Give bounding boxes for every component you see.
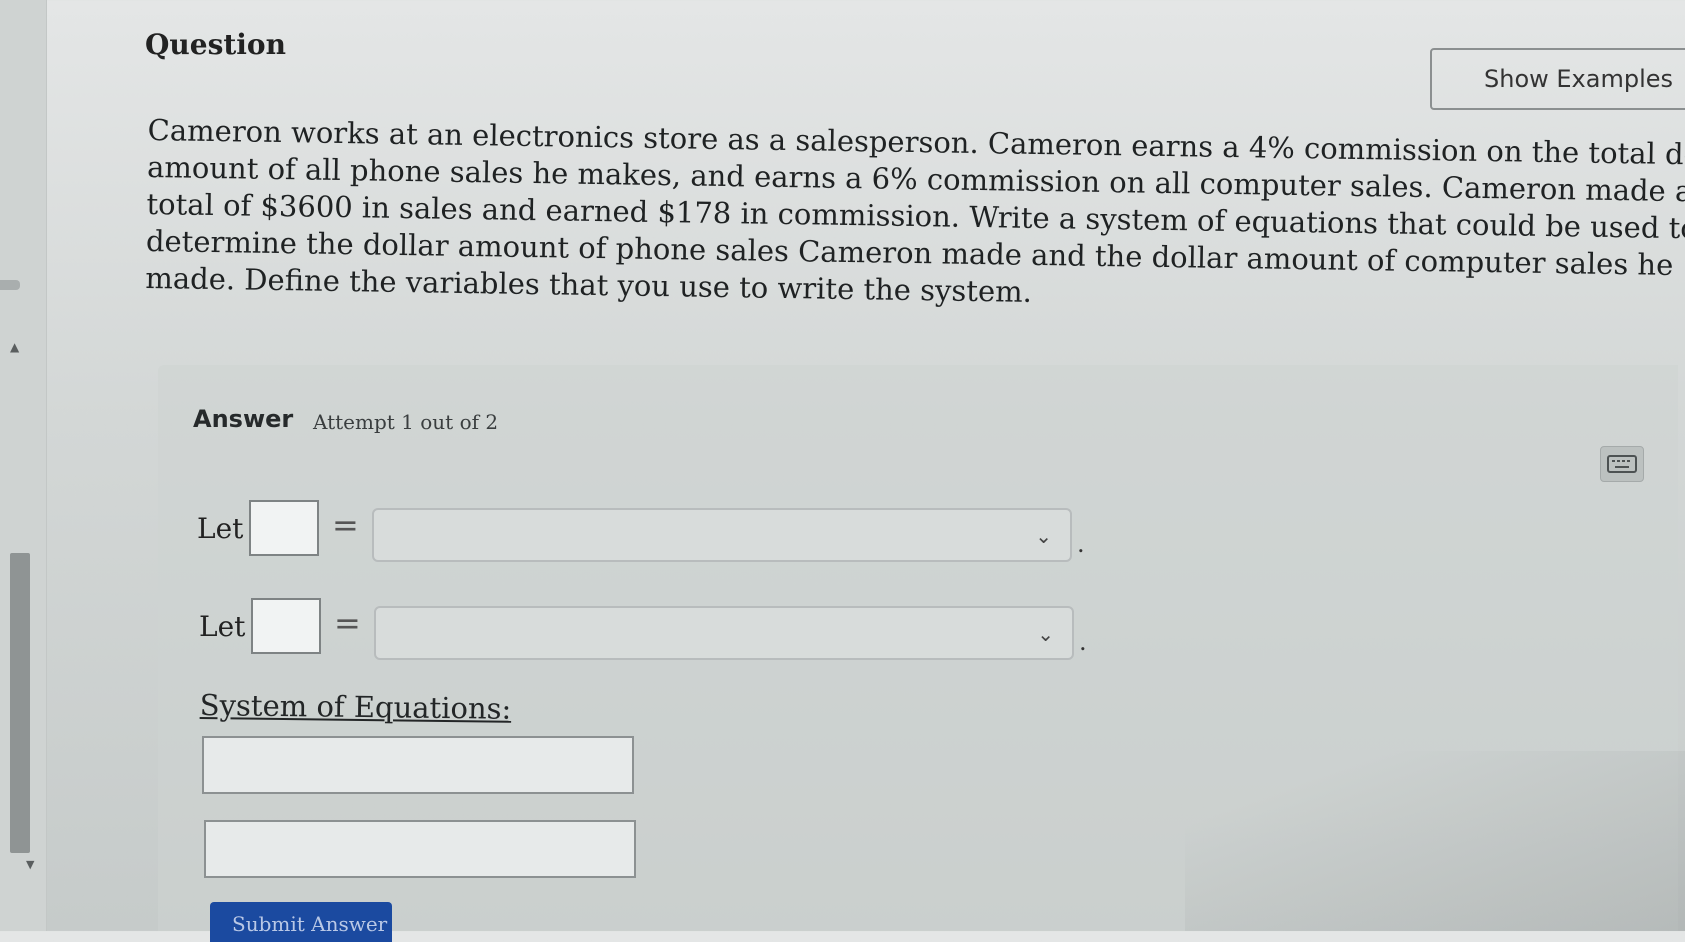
definition-dropdown[interactable]: ⌄: [372, 508, 1072, 562]
equals-sign: =: [334, 604, 361, 642]
keyboard-icon[interactable]: [1600, 446, 1644, 482]
equation-input-2[interactable]: [204, 820, 636, 878]
screen-glare: [1185, 751, 1685, 931]
let-label: Let: [197, 512, 244, 545]
variable-input[interactable]: [249, 500, 319, 556]
attempt-counter: Attempt 1 out of 2: [313, 410, 499, 434]
question-title: Question: [145, 28, 286, 61]
question-text: Cameron works at an electronics store as…: [145, 112, 1685, 321]
side-tab[interactable]: [0, 280, 20, 290]
system-of-equations-label: System of Equations:: [199, 688, 512, 726]
scroll-down-icon[interactable]: ▼: [26, 858, 34, 871]
definition-dropdown[interactable]: ⌄: [374, 606, 1074, 660]
equals-sign: =: [332, 506, 359, 544]
chevron-down-icon[interactable]: ⌄: [1037, 622, 1054, 646]
scrollbar-thumb[interactable]: [10, 553, 30, 853]
scrollbar[interactable]: ▲ ▼: [8, 340, 34, 871]
period: .: [1077, 530, 1085, 558]
submit-answer-button[interactable]: Submit Answer: [210, 902, 392, 942]
equation-input-1[interactable]: [202, 736, 634, 794]
chevron-down-icon[interactable]: ⌄: [1035, 524, 1052, 548]
variable-input[interactable]: [251, 598, 321, 654]
let-label: Let: [199, 610, 246, 643]
period: .: [1079, 628, 1087, 656]
answer-heading: Answer: [193, 405, 294, 433]
scroll-up-icon[interactable]: ▲: [10, 340, 19, 354]
show-examples-button[interactable]: Show Examples: [1430, 48, 1685, 110]
